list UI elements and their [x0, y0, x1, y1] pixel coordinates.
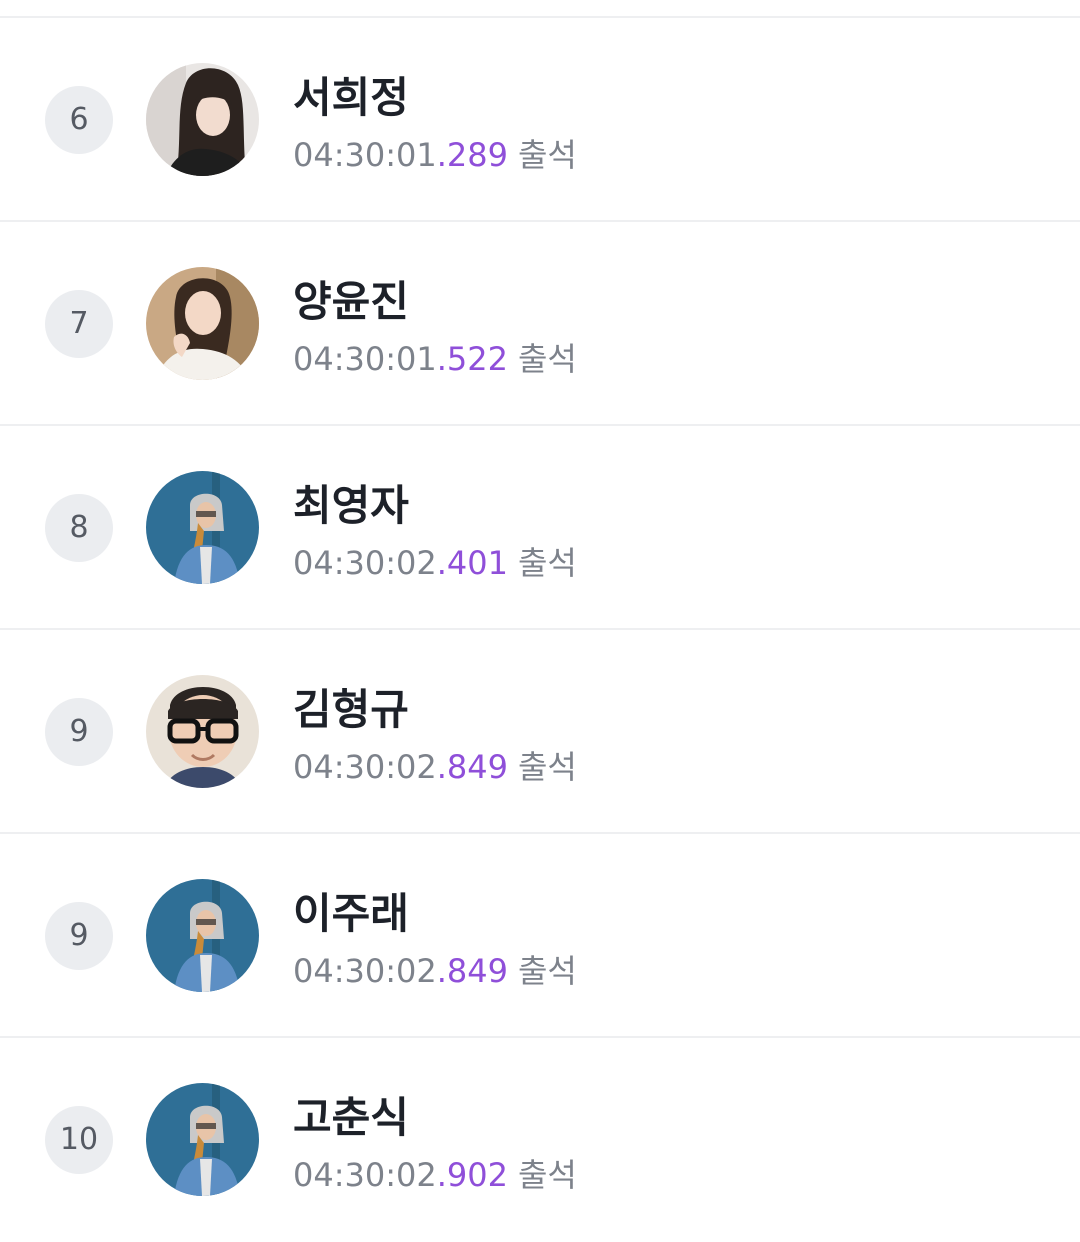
time-milliseconds: .522 — [436, 340, 508, 378]
attendance-time: 04:30:02.849 출석 — [293, 747, 577, 787]
rank-badge: 7 — [45, 290, 113, 358]
default-hoodie-avatar-icon — [146, 879, 259, 992]
attendance-status: 출석 — [517, 340, 577, 378]
rank-badge: 8 — [45, 494, 113, 562]
list-item[interactable]: 9 이주래 04:30:02.849 출석 — [0, 834, 1080, 1038]
rank-badge: 6 — [45, 86, 113, 154]
attendance-status: 출석 — [517, 952, 577, 990]
attendance-time: 04:30:02.401 출석 — [293, 543, 577, 583]
avatar[interactable] — [146, 471, 259, 584]
attendance-time: 04:30:02.902 출석 — [293, 1155, 577, 1195]
avatar[interactable] — [146, 879, 259, 992]
list-item[interactable]: 9 김형규 04:30:02.849 출석 — [0, 630, 1080, 834]
attendee-name: 서희정 — [293, 73, 409, 122]
time-milliseconds: .902 — [436, 1156, 508, 1194]
time-milliseconds: .289 — [436, 136, 508, 174]
time-seconds: 04:30:01 — [293, 340, 437, 378]
list-item[interactable]: 7 양윤진 04:30:01.522 출석 — [0, 222, 1080, 426]
attendee-name: 이주래 — [293, 889, 409, 938]
attendance-time: 04:30:01.289 출석 — [293, 135, 577, 175]
time-seconds: 04:30:02 — [293, 952, 437, 990]
attendee-name: 최영자 — [293, 481, 409, 530]
attendance-status: 출석 — [517, 136, 577, 174]
list-item[interactable]: 6 서희정 04:30:01.289 출석 — [0, 18, 1080, 222]
time-seconds: 04:30:02 — [293, 1156, 437, 1194]
woman-selfie-avatar-icon — [146, 63, 259, 176]
woman-smiling-avatar-icon — [146, 267, 259, 380]
attendee-name: 양윤진 — [293, 277, 409, 326]
avatar[interactable] — [146, 63, 259, 176]
man-glasses-avatar-icon — [146, 675, 259, 788]
time-seconds: 04:30:01 — [293, 136, 437, 174]
attendance-list: 6 서희정 04:30:01.289 출석 7 양윤진 04:30:01.522… — [0, 0, 1080, 1242]
attendance-time: 04:30:01.522 출석 — [293, 339, 577, 379]
avatar[interactable] — [146, 267, 259, 380]
list-item[interactable]: 8 최영자 04:30:02.401 출석 — [0, 426, 1080, 630]
rank-badge: 9 — [45, 902, 113, 970]
avatar[interactable] — [146, 1083, 259, 1196]
avatar[interactable] — [146, 675, 259, 788]
time-seconds: 04:30:02 — [293, 544, 437, 582]
attendance-status: 출석 — [517, 1156, 577, 1194]
rank-badge: 9 — [45, 698, 113, 766]
time-milliseconds: .849 — [436, 952, 508, 990]
default-hoodie-avatar-icon — [146, 1083, 259, 1196]
list-item[interactable]: 10 고춘식 04:30:02.902 출석 — [0, 1038, 1080, 1242]
attendee-name: 김형규 — [293, 685, 409, 734]
time-milliseconds: .849 — [436, 748, 508, 786]
attendance-status: 출석 — [517, 748, 577, 786]
rank-badge: 10 — [45, 1106, 113, 1174]
attendee-name: 고춘식 — [293, 1093, 409, 1142]
default-hoodie-avatar-icon — [146, 471, 259, 584]
attendance-time: 04:30:02.849 출석 — [293, 951, 577, 991]
attendance-status: 출석 — [517, 544, 577, 582]
time-milliseconds: .401 — [436, 544, 508, 582]
time-seconds: 04:30:02 — [293, 748, 437, 786]
